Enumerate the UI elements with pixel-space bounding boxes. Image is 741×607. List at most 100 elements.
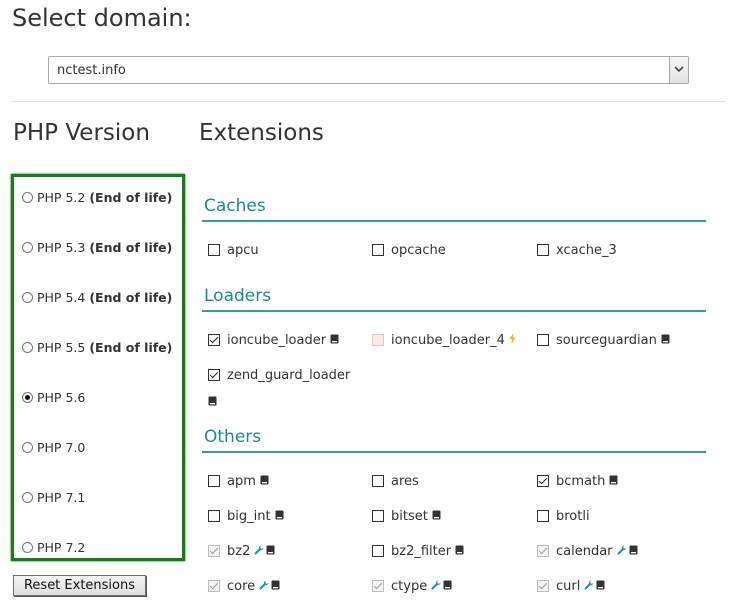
extension-ctype[interactable]: ctype bbox=[372, 577, 452, 595]
book-icon[interactable] bbox=[266, 544, 275, 559]
wrench-icon[interactable] bbox=[617, 544, 627, 559]
extension-label: ares bbox=[391, 473, 419, 489]
extension-label: xcache_3 bbox=[556, 242, 617, 258]
php-option-5-5[interactable]: PHP 5.5 (End of life) bbox=[22, 338, 172, 356]
page-title: Select domain: bbox=[12, 4, 192, 32]
end-of-life-note: (End of life) bbox=[89, 239, 173, 255]
book-icon[interactable] bbox=[260, 474, 269, 489]
extension-apcu[interactable]: apcu bbox=[208, 241, 259, 259]
checkbox[interactable] bbox=[208, 510, 220, 522]
extension-sourceguardian[interactable]: sourceguardian bbox=[537, 331, 670, 349]
php-option-7-1[interactable]: PHP 7.1 bbox=[22, 488, 85, 506]
checkbox-conflict[interactable] bbox=[372, 334, 384, 346]
extension-zend-guard-loader[interactable]: zend_guard_loader bbox=[208, 366, 350, 384]
php-version-heading: PHP Version bbox=[13, 120, 150, 146]
checkbox[interactable] bbox=[537, 244, 549, 256]
radio-button[interactable] bbox=[22, 491, 33, 503]
extension-label: bcmath bbox=[556, 473, 606, 489]
checkbox-disabled-checked bbox=[537, 580, 549, 592]
wrench-icon[interactable] bbox=[431, 579, 441, 594]
extension-brotli[interactable]: brotli bbox=[537, 507, 590, 525]
radio-button[interactable] bbox=[22, 291, 33, 303]
radio-button[interactable] bbox=[22, 441, 33, 453]
extension-calendar[interactable]: calendar bbox=[537, 542, 638, 560]
radio-button[interactable] bbox=[22, 241, 33, 253]
book-icon[interactable] bbox=[455, 544, 464, 559]
extension-label: ioncube_loader bbox=[227, 332, 327, 348]
extension-label: opcache bbox=[391, 242, 446, 258]
extension-ioncube-loader[interactable]: ioncube_loader bbox=[208, 331, 339, 349]
checkbox[interactable] bbox=[537, 510, 549, 522]
radio-button[interactable] bbox=[22, 191, 33, 203]
extension-ares[interactable]: ares bbox=[372, 472, 419, 490]
php-option-7-0[interactable]: PHP 7.0 bbox=[22, 438, 85, 456]
wrench-icon[interactable] bbox=[259, 579, 269, 594]
lightning-icon bbox=[509, 332, 516, 348]
wrench-icon[interactable] bbox=[584, 579, 594, 594]
book-icon[interactable] bbox=[275, 509, 284, 524]
checkbox[interactable] bbox=[372, 244, 384, 256]
php-option-5-6[interactable]: PHP 5.6 bbox=[22, 388, 85, 406]
php-option-7-2[interactable]: PHP 7.2 bbox=[22, 538, 85, 556]
checkbox-checked[interactable] bbox=[537, 475, 549, 487]
php-option-label: PHP 5.5 bbox=[37, 339, 86, 355]
radio-button[interactable] bbox=[22, 541, 33, 553]
checkbox[interactable] bbox=[537, 334, 549, 346]
book-icon[interactable] bbox=[271, 579, 280, 594]
checkbox-checked[interactable] bbox=[208, 369, 220, 381]
book-icon[interactable] bbox=[443, 579, 452, 594]
extension-bcmath[interactable]: bcmath bbox=[537, 472, 618, 490]
extension-label: bz2_filter bbox=[391, 543, 452, 559]
book-icon[interactable] bbox=[609, 474, 618, 489]
section-title-caches: Caches bbox=[204, 196, 266, 216]
end-of-life-note: (End of life) bbox=[89, 339, 173, 355]
radio-button[interactable] bbox=[22, 341, 33, 353]
php-option-label: PHP 5.3 bbox=[37, 239, 86, 255]
extension-opcache[interactable]: opcache bbox=[372, 241, 446, 259]
php-option-5-4[interactable]: PHP 5.4 (End of life) bbox=[22, 288, 172, 306]
extension-label: big_int bbox=[227, 508, 271, 524]
reset-extensions-button[interactable]: Reset Extensions bbox=[13, 575, 146, 596]
checkbox[interactable] bbox=[208, 475, 220, 487]
book-icon[interactable] bbox=[596, 579, 605, 594]
book-icon[interactable] bbox=[330, 333, 339, 348]
php-option-5-2[interactable]: PHP 5.2 (End of life) bbox=[22, 188, 172, 206]
checkbox-checked[interactable] bbox=[208, 334, 220, 346]
wrench-icon[interactable] bbox=[254, 544, 264, 559]
extension-ioncube-loader-4[interactable]: ioncube_loader_4 bbox=[372, 331, 516, 349]
section-divider bbox=[202, 310, 706, 312]
end-of-life-note: (End of life) bbox=[89, 189, 173, 205]
php-option-label: PHP 5.6 bbox=[37, 389, 86, 405]
php-option-5-3[interactable]: PHP 5.3 (End of life) bbox=[22, 238, 172, 256]
extension-core[interactable]: core bbox=[208, 577, 280, 595]
section-divider bbox=[202, 451, 706, 453]
domain-select[interactable]: nctest.info bbox=[48, 56, 689, 84]
checkbox[interactable] bbox=[372, 510, 384, 522]
divider bbox=[12, 101, 726, 102]
book-icon[interactable] bbox=[432, 509, 441, 524]
book-icon[interactable] bbox=[208, 391, 217, 410]
php-option-label: PHP 5.2 bbox=[37, 189, 86, 205]
checkbox-disabled-checked bbox=[208, 545, 220, 557]
extension-bz2-filter[interactable]: bz2_filter bbox=[372, 542, 464, 560]
checkbox[interactable] bbox=[208, 244, 220, 256]
checkbox[interactable] bbox=[372, 545, 384, 557]
book-icon[interactable] bbox=[661, 333, 670, 348]
radio-button-selected[interactable] bbox=[22, 391, 33, 403]
extensions-heading: Extensions bbox=[199, 120, 324, 146]
php-option-label: PHP 7.0 bbox=[37, 439, 86, 455]
chevron-down-icon[interactable] bbox=[669, 57, 688, 83]
checkbox[interactable] bbox=[372, 475, 384, 487]
extension-label: apm bbox=[227, 473, 256, 489]
checkbox-disabled-checked bbox=[208, 580, 220, 592]
extension-curl[interactable]: curl bbox=[537, 577, 605, 595]
extension-xcache-3[interactable]: xcache_3 bbox=[537, 241, 617, 259]
section-title-loaders: Loaders bbox=[204, 286, 272, 306]
extension-bitset[interactable]: bitset bbox=[372, 507, 441, 525]
extension-label: zend_guard_loader bbox=[227, 367, 351, 383]
section-title-others: Others bbox=[204, 427, 262, 447]
extension-apm[interactable]: apm bbox=[208, 472, 269, 490]
extension-big-int[interactable]: big_int bbox=[208, 507, 284, 525]
extension-bz2[interactable]: bz2 bbox=[208, 542, 275, 560]
book-icon[interactable] bbox=[629, 544, 638, 559]
